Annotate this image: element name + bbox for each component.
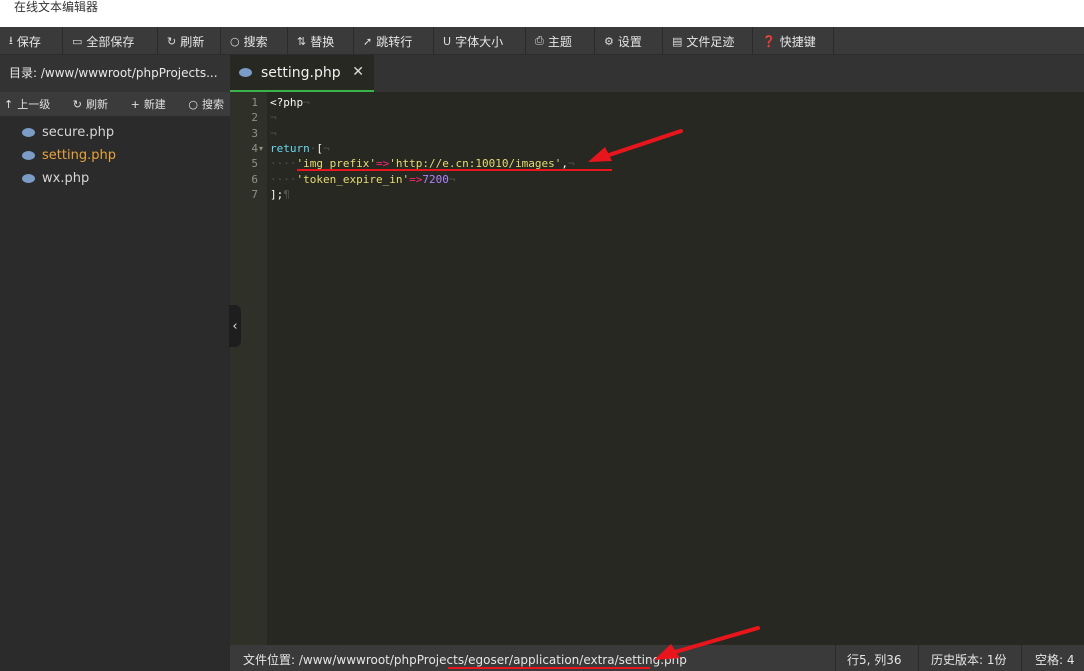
line-number-gutter: 1 2 3 4 ▾ 5 6 7: [230, 92, 267, 645]
search-icon: ○: [188, 97, 198, 111]
save-all-icon: ▭: [72, 34, 83, 48]
editor-tab-bar: setting.php ✕: [230, 55, 1084, 92]
replace-icon: ⇅: [297, 34, 307, 48]
refresh-button[interactable]: ↻ 刷新: [158, 27, 221, 55]
tab-setting-php[interactable]: setting.php ✕: [230, 55, 374, 92]
file-item-setting[interactable]: setting.php: [0, 144, 230, 167]
chevron-left-icon: ‹: [232, 318, 238, 334]
line-number: 1: [251, 96, 258, 109]
replace-button[interactable]: ⇅ 替换: [288, 27, 354, 55]
file-list: secure.php setting.php wx.php: [0, 116, 230, 190]
line-number: 4: [251, 142, 258, 155]
new-file-button[interactable]: + 新建: [131, 96, 166, 112]
search-icon: ○: [230, 34, 240, 48]
font-size-button[interactable]: U 字体大小: [434, 27, 526, 55]
window-title-bar: 在线文本编辑器: [0, 0, 1084, 27]
refresh-icon: ↻: [72, 97, 83, 111]
sidebar-search-button[interactable]: ○ 搜索: [188, 96, 224, 112]
code-line-3: ¬: [270, 127, 277, 140]
status-bar: 文件位置: /www/wwwroot/phpProjects/egoser/ap…: [230, 645, 1084, 671]
font-size-icon: U: [443, 34, 452, 48]
directory-header: 目录: /www/wwwroot/phpProjects...: [0, 55, 230, 92]
file-item-secure[interactable]: secure.php: [0, 121, 230, 144]
php-file-icon: [22, 128, 35, 137]
sidebar-collapse-handle[interactable]: ‹: [229, 305, 241, 347]
status-divider: [918, 645, 919, 671]
arrow-up-icon: ↑: [4, 97, 14, 111]
php-file-icon: [239, 68, 252, 77]
plus-icon: +: [130, 97, 140, 111]
code-line-4: return·[¬: [270, 142, 330, 155]
goto-line-button[interactable]: ➚ 跳转行: [354, 27, 434, 55]
line-number: 5: [251, 157, 258, 170]
file-item-wx[interactable]: wx.php: [0, 167, 230, 190]
file-sidebar: 目录: /www/wwwroot/phpProjects... ↑ 上一级 ↻ …: [0, 55, 230, 671]
fold-arrow-icon[interactable]: ▾: [259, 144, 263, 153]
code-line-6: ····'token_expire_in'=>7200¬: [270, 173, 456, 186]
goto-line-icon: ➚: [363, 34, 373, 48]
refresh-icon: ↻: [167, 34, 177, 48]
theme-button[interactable]: ⎙ 主题: [526, 27, 595, 55]
code-line-5: ····'img_prefix'=>'http://e.cn:10010/ima…: [270, 157, 575, 170]
save-all-button[interactable]: ▭ 全部保存: [63, 27, 158, 55]
tab-label: setting.php: [261, 64, 341, 81]
go-up-button[interactable]: ↑ 上一级: [4, 96, 50, 112]
sidebar-toolbar: ↑ 上一级 ↻ 刷新 + 新建 ○ 搜索: [0, 92, 230, 116]
line-number: 6: [251, 173, 258, 186]
search-button[interactable]: ○ 搜索: [221, 27, 288, 55]
status-divider: [1021, 645, 1022, 671]
shortcuts-button[interactable]: ❓ 快捷键: [753, 27, 834, 55]
history-versions[interactable]: 历史版本: 1份: [931, 651, 1007, 668]
close-icon[interactable]: ✕: [352, 64, 364, 80]
indent-setting[interactable]: 空格: 4: [1035, 651, 1075, 668]
status-divider: [835, 645, 836, 671]
cursor-position[interactable]: 行5, 列36: [847, 651, 902, 668]
file-path-label: 文件位置: /www/wwwroot/phpProjects/egoser/ap…: [243, 653, 687, 667]
php-file-icon: [22, 174, 35, 183]
code-line-7: ];¶: [270, 188, 290, 201]
save-button[interactable]: ⭳ 保存: [0, 27, 63, 55]
line-number: 2: [251, 111, 258, 124]
settings-button[interactable]: ⚙ 设置: [595, 27, 663, 55]
main-toolbar: ⭳ 保存 ▭ 全部保存 ↻ 刷新 ○ 搜索 ⇅ 替换 ➚ 跳转行 U 字体大小 …: [0, 27, 1084, 55]
window-title: 在线文本编辑器: [14, 0, 99, 14]
code-editor[interactable]: 1 2 3 4 ▾ 5 6 7 <?php¬ ¬ ¬ return·[¬ ···…: [230, 92, 1084, 645]
sidebar-refresh-button[interactable]: ↻ 刷新: [73, 96, 108, 112]
theme-icon: ⎙: [535, 34, 544, 47]
file-history-button[interactable]: ▤ 文件足迹: [663, 27, 753, 55]
line-number: 3: [251, 127, 258, 140]
save-icon: ⭳: [9, 33, 13, 47]
history-icon: ▤: [672, 34, 683, 48]
directory-label: 目录: /www/wwwroot/phpProjects...: [9, 66, 218, 80]
php-file-icon: [22, 151, 35, 160]
code-line-2: ¬: [270, 111, 277, 124]
settings-icon: ⚙: [604, 34, 614, 48]
code-line-1: <?php¬: [270, 96, 310, 109]
help-icon: ❓: [762, 34, 776, 48]
line-number: 7: [251, 188, 258, 201]
